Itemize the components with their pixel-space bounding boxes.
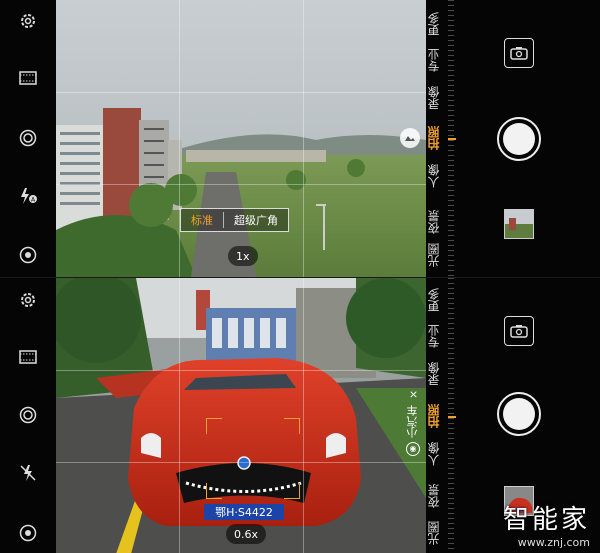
watermark-url: www.znj.com xyxy=(517,536,590,549)
camera-switch-icon[interactable] xyxy=(504,316,534,346)
grid-line xyxy=(56,184,426,185)
filter-icon[interactable] xyxy=(16,521,40,545)
camera-screen-bottom: 鄂H·S4422 0.6x × 小汽车 ◉ 光圈 夜景 人像 拍照 录像 专业 … xyxy=(0,277,600,553)
scene-red-car: 鄂H·S4422 xyxy=(56,278,426,553)
mode-aperture[interactable]: 光圈 xyxy=(427,243,448,267)
grid-line xyxy=(56,92,426,93)
filmstrip-icon[interactable] xyxy=(16,66,40,90)
viewfinder-bottom[interactable]: 鄂H·S4422 0.6x xyxy=(56,278,426,553)
mode-pro[interactable]: 专业 xyxy=(427,324,448,348)
lens-super-wide[interactable]: 超级广角 xyxy=(224,212,288,228)
mode-pro[interactable]: 专业 xyxy=(427,48,448,72)
shutter-button[interactable] xyxy=(497,117,541,161)
ai-icon: ◉ xyxy=(406,442,420,456)
mode-ruler-marker xyxy=(448,138,456,140)
aperture-icon[interactable] xyxy=(16,403,40,427)
mode-video[interactable]: 录像 xyxy=(427,86,448,110)
mode-selector[interactable]: 光圈 夜景 人像 拍照 录像 专业 更多 xyxy=(426,278,448,553)
mode-night[interactable]: 夜景 xyxy=(427,484,448,508)
zoom-indicator[interactable]: 1x xyxy=(228,246,258,266)
mode-night[interactable]: 夜景 xyxy=(427,210,448,234)
lens-selector[interactable]: 标准 超级广角 xyxy=(180,208,289,232)
shutter-button[interactable] xyxy=(497,392,541,436)
left-toolbar: A xyxy=(0,0,56,277)
mode-more[interactable]: 更多 xyxy=(427,12,448,36)
focus-corner xyxy=(206,483,222,499)
mode-photo[interactable]: 拍照 xyxy=(427,404,448,428)
filter-icon[interactable] xyxy=(16,243,40,267)
zoom-indicator[interactable]: 0.6x xyxy=(226,524,267,544)
mode-ruler-marker xyxy=(448,416,456,418)
grid-line xyxy=(56,370,426,371)
focus-corner xyxy=(206,418,222,434)
ai-scene-tag[interactable]: × 小汽车 ◉ xyxy=(404,388,422,458)
aperture-icon[interactable] xyxy=(16,126,40,150)
lens-standard[interactable]: 标准 xyxy=(181,212,224,228)
grid-line xyxy=(179,278,180,553)
mode-photo[interactable]: 拍照 xyxy=(427,126,448,150)
mode-video[interactable]: 录像 xyxy=(427,362,448,386)
watermark: 智能家 www.znj.com xyxy=(503,499,590,549)
focus-corner xyxy=(284,418,300,434)
mode-more[interactable]: 更多 xyxy=(427,288,448,312)
focus-corner xyxy=(284,483,300,499)
watermark-brand: 智能家 xyxy=(502,505,590,535)
settings-icon[interactable] xyxy=(16,9,40,33)
scene-detect-icon[interactable] xyxy=(400,128,420,148)
flash-auto-icon[interactable]: A xyxy=(16,184,40,208)
ai-scene-label: 小汽车 xyxy=(406,405,419,438)
gallery-thumbnail[interactable] xyxy=(504,209,534,239)
ai-close-button[interactable]: × xyxy=(407,388,420,401)
camera-screen-top: A 标准 超级广角 1x 光圈 夜景 人像 拍照 录像 专业 更多 xyxy=(0,0,600,277)
viewfinder-top[interactable]: 标准 超级广角 1x xyxy=(56,0,426,277)
settings-icon[interactable] xyxy=(16,288,40,312)
license-plate: 鄂H·S4422 xyxy=(215,506,273,519)
mode-portrait[interactable]: 人像 xyxy=(427,442,448,466)
camera-switch-icon[interactable] xyxy=(504,38,534,68)
grid-line xyxy=(179,0,180,277)
grid-line xyxy=(56,462,426,463)
mode-portrait[interactable]: 人像 xyxy=(427,164,448,188)
filmstrip-icon[interactable] xyxy=(16,345,40,369)
scene-campus xyxy=(56,0,426,277)
left-toolbar xyxy=(0,278,56,553)
grid-line xyxy=(303,278,304,553)
right-controls: 光圈 夜景 人像 拍照 录像 专业 更多 xyxy=(426,0,600,277)
flash-off-icon[interactable] xyxy=(16,461,40,485)
mode-aperture[interactable]: 光圈 xyxy=(427,521,448,545)
grid-line xyxy=(303,0,304,277)
mode-selector[interactable]: 光圈 夜景 人像 拍照 录像 专业 更多 xyxy=(426,0,448,277)
